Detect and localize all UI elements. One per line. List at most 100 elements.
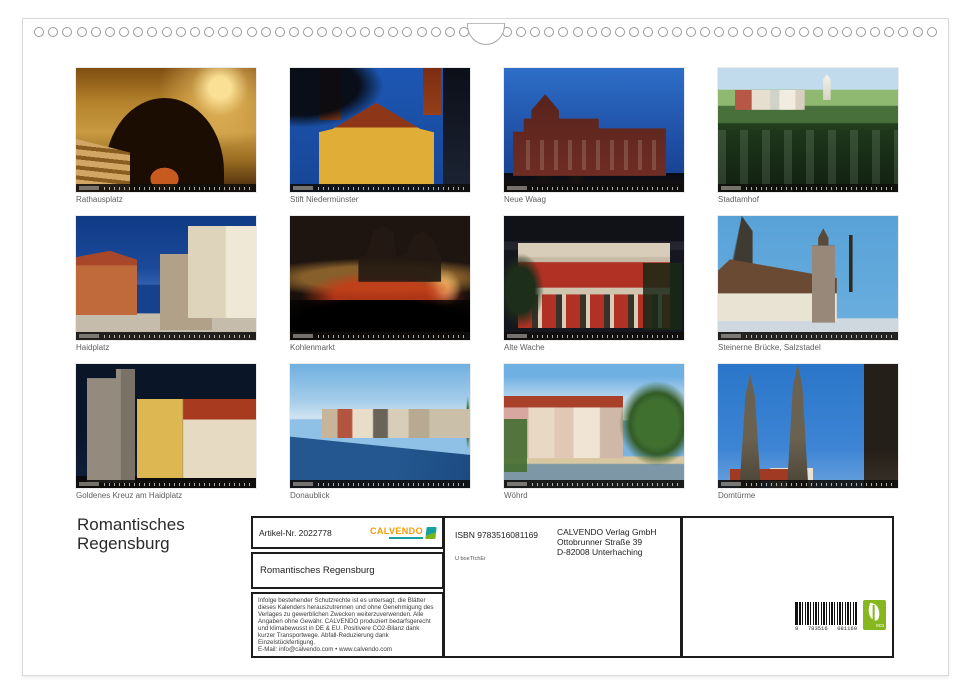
author-code: U boeTtchEr — [455, 556, 486, 562]
binding-hole — [374, 27, 384, 37]
page-title: Romantisches Regensburg — [77, 515, 185, 553]
binding-hole — [133, 27, 143, 37]
thumbnail-cell: Rathausplatz — [76, 68, 256, 205]
binding-hole — [360, 27, 370, 37]
binding-hole — [573, 27, 583, 37]
thumbnail-photo-stift-niedermuenster[interactable] — [290, 68, 470, 192]
binding-hole — [176, 27, 186, 37]
binding-hole — [884, 27, 894, 37]
thumbnail-photo-donaublick[interactable] — [290, 364, 470, 488]
thumbnail-cell: Neue Waag — [504, 68, 684, 205]
binding-hole — [672, 27, 682, 37]
mini-calendar-strip — [718, 480, 898, 488]
binding-hole — [856, 27, 866, 37]
binding-hole — [927, 27, 937, 37]
article-number-box: Artikel-Nr. 2022778 CALVENDO — [251, 516, 444, 549]
binding-hole — [105, 27, 115, 37]
binding-hole — [34, 27, 44, 37]
publisher-name: CALVENDO Verlag GmbH — [557, 527, 657, 537]
publisher-address: CALVENDO Verlag GmbH Ottobrunner Straße … — [557, 527, 657, 557]
binding-hole — [771, 27, 781, 37]
thumbnail-photo-stadtamhof[interactable] — [718, 68, 898, 192]
thumbnail-cell: Wöhrd — [504, 364, 684, 501]
thumbnail-photo-rathausplatz[interactable] — [76, 68, 256, 192]
isbn-publisher-box: ISBN 9783516081169 CALVENDO Verlag GmbH … — [443, 516, 682, 658]
binding-hole — [700, 27, 710, 37]
binding-hole — [91, 27, 101, 37]
thumbnail-cell: Goldenes Kreuz am Haidplatz — [76, 364, 256, 501]
page-title-line2: Regensburg — [77, 534, 185, 553]
thumbnail-cell: Domtürme — [718, 364, 898, 501]
calvendo-logo-icon — [425, 527, 436, 539]
binding-hole — [643, 27, 653, 37]
binding-hole — [601, 27, 611, 37]
binding-hole — [303, 27, 313, 37]
isbn: ISBN 9783516081169 — [455, 530, 538, 540]
barcode-digit-left: 9 — [795, 626, 798, 632]
legal-text: Infolge bestehender Schutzrechte ist es … — [258, 597, 437, 646]
mini-calendar-strip — [76, 184, 256, 192]
binding-hole — [388, 27, 398, 37]
binding-hole — [261, 27, 271, 37]
legal-text-box: Infolge bestehender Schutzrechte ist es … — [251, 592, 444, 658]
binding-hole — [402, 27, 412, 37]
binding-hole — [516, 27, 526, 37]
binding-hole — [658, 27, 668, 37]
thumbnail-photo-alte-wache[interactable] — [504, 216, 684, 340]
thumbnail-caption: Stadtamhof — [718, 195, 898, 205]
calvendo-logo: CALVENDO — [370, 527, 436, 539]
binding-hole — [558, 27, 568, 37]
mini-calendar-strip — [290, 480, 470, 488]
thumbnail-cell: Steinerne Brücke, Salzstadel — [718, 216, 898, 353]
binding-hole — [247, 27, 257, 37]
thumbnail-caption: Stift Niedermünster — [290, 195, 470, 205]
thumbnail-photo-woehrd[interactable] — [504, 364, 684, 488]
thumbnail-caption: Kohlenmarkt — [290, 343, 470, 353]
thumbnail-photo-domtuerme[interactable] — [718, 364, 898, 488]
binding-hole — [48, 27, 58, 37]
mini-calendar-strip — [718, 332, 898, 340]
binding-hole — [275, 27, 285, 37]
contact-line: E-Mail: info@calvendo.com • www.calvendo… — [258, 646, 437, 653]
binding-hole — [913, 27, 923, 37]
binding-hole — [204, 27, 214, 37]
barcode-bars — [795, 602, 857, 625]
mini-calendar-strip — [290, 184, 470, 192]
thumbnail-caption: Haidplatz — [76, 343, 256, 353]
binding-hole — [615, 27, 625, 37]
binding-hole — [870, 27, 880, 37]
thumbnail-photo-neue-waag[interactable] — [504, 68, 684, 192]
binding-hole — [842, 27, 852, 37]
ean-barcode: 9 783516 081169 — [795, 602, 857, 632]
binding-hole — [162, 27, 172, 37]
leaf-icon — [866, 603, 882, 621]
binding-hole — [190, 27, 200, 37]
thumbnail-caption: Rathausplatz — [76, 195, 256, 205]
binding-hole — [828, 27, 838, 37]
binding-hole — [686, 27, 696, 37]
barcode-box: 9 783516 081169 eco — [681, 516, 894, 658]
barcode-digits-right: 081169 — [837, 626, 857, 632]
hanger-notch — [467, 23, 505, 45]
thumbnail-photo-goldenes-kreuz[interactable] — [76, 364, 256, 488]
binding-hole — [785, 27, 795, 37]
thumbnail-cell: Donaublick — [290, 364, 470, 501]
binding-hole — [728, 27, 738, 37]
thumbnail-photo-haidplatz[interactable] — [76, 216, 256, 340]
binding-hole — [218, 27, 228, 37]
binding-hole — [317, 27, 327, 37]
binding-hole — [147, 27, 157, 37]
binding-hole — [431, 27, 441, 37]
binding-hole — [62, 27, 72, 37]
mini-calendar-strip — [504, 184, 684, 192]
thumbnail-caption: Steinerne Brücke, Salzstadel — [718, 343, 898, 353]
binding-hole — [417, 27, 427, 37]
binding-hole — [232, 27, 242, 37]
article-number: Artikel-Nr. 2022778 — [259, 528, 332, 538]
mini-calendar-strip — [76, 332, 256, 340]
thumbnail-photo-kohlenmarkt[interactable] — [290, 216, 470, 340]
thumbnail-photo-steinerne-bruecke[interactable] — [718, 216, 898, 340]
publisher-city: D-82008 Unterhaching — [557, 547, 657, 557]
page-title-line1: Romantisches — [77, 515, 185, 534]
calendar-title-box: Romantisches Regensburg — [251, 552, 444, 589]
